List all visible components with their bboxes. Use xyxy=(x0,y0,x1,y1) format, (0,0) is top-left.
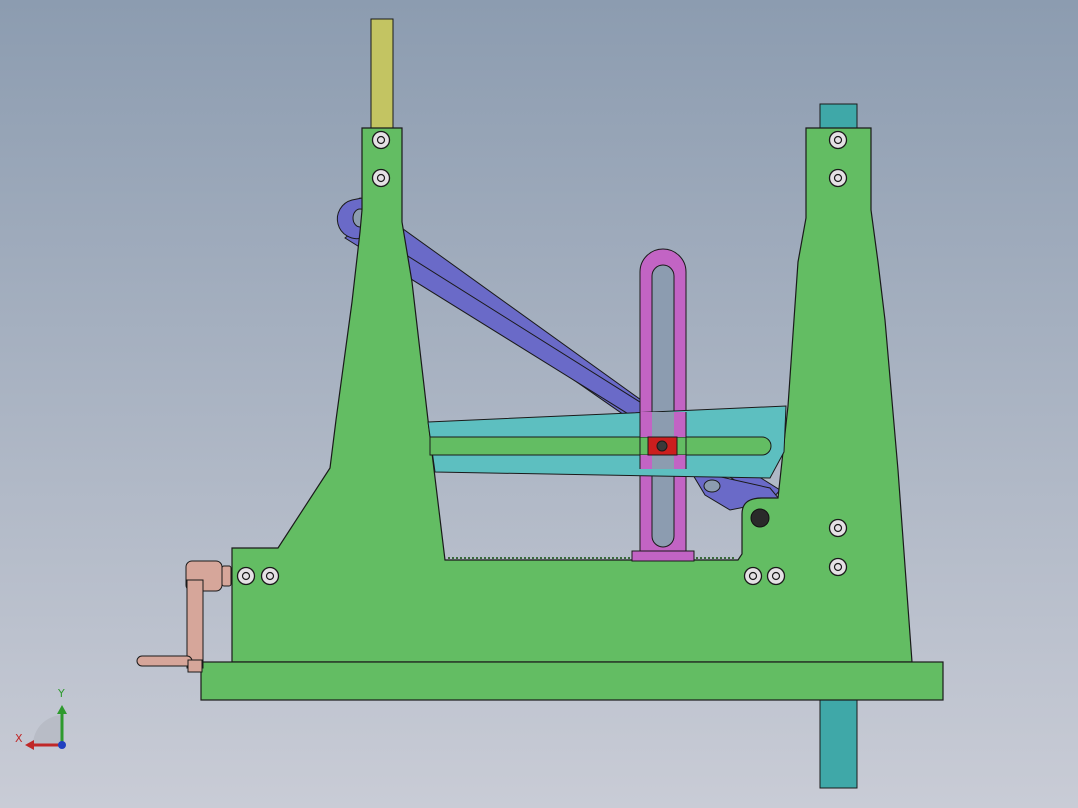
vertical-slide-slot-front xyxy=(652,412,674,437)
bolt-head-icon[interactable] xyxy=(260,566,280,586)
bolt-head-icon[interactable] xyxy=(743,566,763,586)
slotted-arm-slot xyxy=(429,436,772,456)
bolt-head-icon[interactable] xyxy=(828,557,848,577)
pivot-pin[interactable] xyxy=(750,508,770,528)
right-guide-rod-lower[interactable] xyxy=(819,697,858,789)
triad-z-axis xyxy=(58,741,66,749)
bolt-head-icon[interactable] xyxy=(766,566,786,586)
bolt-head-icon[interactable] xyxy=(828,518,848,538)
vertical-slide[interactable] xyxy=(639,248,687,557)
bolt-head-icon[interactable] xyxy=(371,168,391,188)
vertical-slide-slot xyxy=(651,264,675,548)
crank-grip-cap[interactable] xyxy=(187,659,203,673)
crank-grip[interactable] xyxy=(136,655,193,667)
cad-graphics-viewport[interactable]: Y X xyxy=(0,0,1078,808)
bolt-head-icon[interactable] xyxy=(371,130,391,150)
vertical-slide-foot[interactable] xyxy=(631,550,695,562)
slider-block-pin xyxy=(656,440,668,452)
crank-shaft-collar[interactable] xyxy=(221,565,232,587)
left-guide-rod[interactable] xyxy=(370,18,394,132)
triad-y-label: Y xyxy=(58,687,65,700)
bolt-head-icon[interactable] xyxy=(828,130,848,150)
link-arm-lower-hole xyxy=(703,479,721,493)
triad-x-label: X xyxy=(15,732,23,745)
bolt-head-icon[interactable] xyxy=(828,168,848,188)
bolt-head-icon[interactable] xyxy=(236,566,256,586)
vertical-slide-slot-front-lower xyxy=(652,455,674,469)
crank-arm[interactable] xyxy=(186,579,204,669)
base-plate[interactable] xyxy=(200,661,944,701)
